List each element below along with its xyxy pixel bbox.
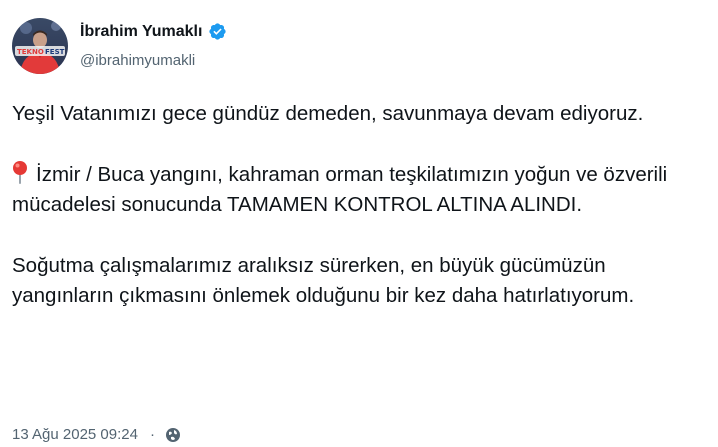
round-pushpin-icon xyxy=(12,160,28,184)
meta-separator: · xyxy=(149,426,155,443)
avatar-image: TEKNO FEST xyxy=(12,18,68,74)
tweet-paragraph-3: Soğutma çalışmalarımız aralıksız sürerke… xyxy=(12,254,635,307)
tweet-paragraph-2-text: İzmir / Buca yangını, kahraman orman teş… xyxy=(12,163,668,216)
tweet-text: Yeşil Vatanımızı gece gündüz demeden, sa… xyxy=(12,99,702,311)
tweet-paragraph-2: İzmir / Buca yangını, kahraman orman teş… xyxy=(12,160,702,220)
handle[interactable]: @ibrahimyumakli xyxy=(80,52,195,69)
author-name-row: İbrahim Yumaklı xyxy=(80,22,227,41)
avatar-text-left: TEKNO xyxy=(17,48,44,56)
timestamp[interactable]: 13 Ağu 2025 09:24 xyxy=(12,426,138,443)
verified-badge-icon[interactable] xyxy=(208,22,227,41)
avatar[interactable]: TEKNO FEST xyxy=(12,18,68,74)
globe-icon xyxy=(165,427,181,443)
display-name[interactable]: İbrahim Yumaklı xyxy=(80,23,202,41)
avatar-text-right: FEST xyxy=(45,48,65,56)
tweet-card: TEKNO FEST İbrahim Yumaklı @ibrahimyumak… xyxy=(0,0,718,447)
tweet-meta: 13 Ağu 2025 09:24 · xyxy=(12,426,181,443)
tweet-paragraph-1: Yeşil Vatanımızı gece gündüz demeden, sa… xyxy=(12,102,644,125)
